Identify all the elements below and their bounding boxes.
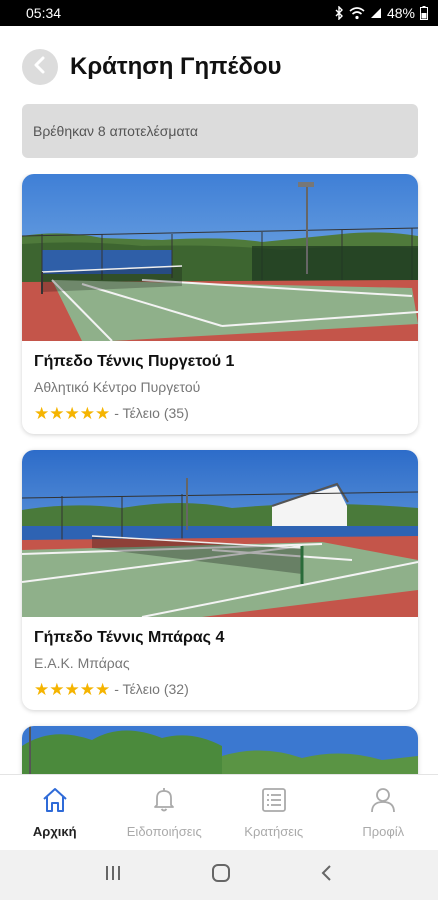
chevron-left-icon (33, 56, 47, 79)
court-card[interactable]: Γήπεδο Τέννις Μπάρας 4 Ε.Α.Κ. Μπάρας ★ ★… (22, 450, 418, 710)
nav-label-profile: Προφίλ (362, 823, 405, 839)
nav-item-bookings[interactable]: Κρατήσεις (219, 775, 329, 850)
list-icon (261, 787, 287, 818)
rating-label: - Τέλειο (35) (114, 405, 189, 421)
star-icon: ★ (64, 403, 80, 423)
signal-icon (370, 7, 382, 19)
star-icon: ★ (49, 679, 65, 699)
nav-item-notifications[interactable]: Ειδοποιήσεις (110, 775, 220, 850)
court-name: Γήπεδο Τέννις Μπάρας 4 (34, 629, 225, 646)
results-count-text: Βρέθηκαν 8 αποτελέσματα (33, 123, 198, 139)
nav-item-profile[interactable]: Προφίλ (329, 775, 438, 850)
star-icon: ★ (64, 679, 80, 699)
court-photo (22, 726, 418, 774)
court-list[interactable]: Γήπεδο Τέννις Πυργετού 1 Αθλητικό Κέντρο… (0, 174, 438, 774)
user-icon (370, 787, 396, 818)
court-venue: Ε.Α.Κ. Μπάρας (34, 655, 130, 671)
results-count-bar: Βρέθηκαν 8 αποτελέσματα (22, 104, 418, 158)
court-photo (22, 174, 418, 341)
court-rating: ★ ★ ★ ★ ★ - Τέλειο (35) (34, 402, 406, 424)
home-icon (41, 787, 69, 818)
court-rating: ★ ★ ★ ★ ★ - Τέλειο (32) (34, 678, 406, 700)
app-screen: 05:34 48% Κράτηση Γηπέδου Βρέθηκαν 8 απο… (0, 0, 438, 900)
court-venue: Αθλητικό Κέντρο Πυργετού (34, 379, 201, 395)
battery-percent: 48% (386, 5, 415, 21)
rating-label: - Τέλειο (32) (114, 681, 189, 697)
status-time: 05:34 (26, 5, 62, 21)
bluetooth-icon (334, 6, 344, 20)
back-button[interactable] (22, 49, 58, 85)
star-icon: ★ (79, 403, 95, 423)
nav-item-home[interactable]: Αρχική (0, 775, 110, 850)
star-icon: ★ (79, 679, 95, 699)
court-card[interactable]: Γήπεδο Τέννις Πυργετού 1 Αθλητικό Κέντρο… (22, 174, 418, 434)
page-title: Κράτηση Γηπέδου (70, 53, 282, 80)
court-card[interactable] (22, 726, 418, 774)
status-icons: 48% (334, 5, 428, 21)
rating-stars: ★ ★ ★ ★ ★ (34, 681, 110, 698)
status-bar: 05:34 48% (0, 0, 438, 26)
star-icon: ★ (95, 679, 111, 699)
battery-icon (420, 6, 428, 20)
star-icon: ★ (95, 403, 111, 423)
bottom-nav: Αρχική Ειδοποιήσεις Κρατήσεις Προφίλ (0, 774, 438, 850)
court-photo (22, 450, 418, 617)
rating-stars: ★ ★ ★ ★ ★ (34, 405, 110, 422)
page-header: Κράτηση Γηπέδου (0, 26, 438, 108)
home-button-icon[interactable] (211, 863, 231, 888)
star-icon: ★ (49, 403, 65, 423)
star-icon: ★ (34, 403, 50, 423)
wifi-icon (349, 6, 365, 20)
recent-apps-icon[interactable] (104, 865, 122, 886)
court-name: Γήπεδο Τέννις Πυργετού 1 (34, 353, 235, 370)
nav-label-bookings: Κρατήσεις (244, 823, 304, 839)
back-nav-icon[interactable] (320, 864, 334, 887)
system-nav-bar (0, 850, 438, 900)
star-icon: ★ (34, 679, 50, 699)
nav-label-home: Αρχική (32, 823, 77, 839)
nav-label-notifications: Ειδοποιήσεις (126, 823, 202, 839)
bell-icon (152, 787, 176, 818)
